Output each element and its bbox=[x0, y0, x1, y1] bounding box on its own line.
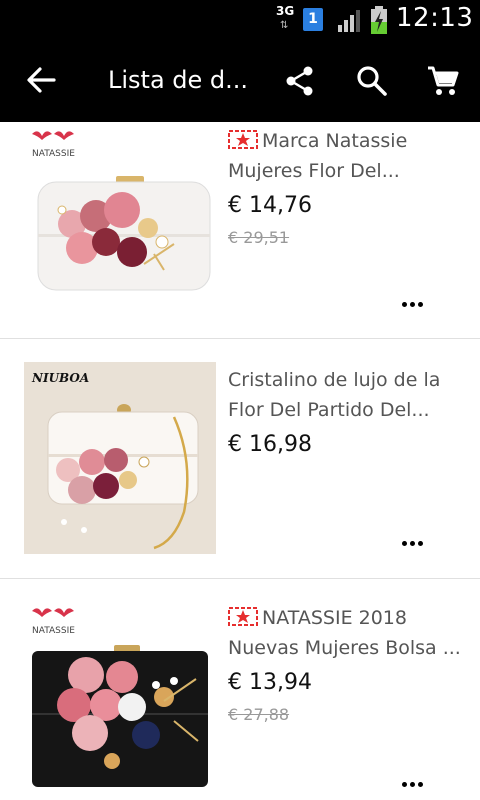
battery-charging-icon bbox=[371, 6, 387, 34]
more-options-icon[interactable] bbox=[402, 772, 430, 787]
list-item[interactable]: NIUBOA Cristalino de lujo de la Flor Del… bbox=[0, 339, 480, 579]
product-name-text: NATASSIE 2018 Nuevas Mujeres Bolsa ... bbox=[228, 607, 461, 659]
product-price: € 14,76 bbox=[228, 193, 312, 218]
network-type: 3G bbox=[276, 4, 295, 18]
product-price: € 16,98 bbox=[228, 432, 312, 457]
product-original-price: € 29,51 bbox=[228, 228, 290, 247]
status-bar: 3G ⇅ 1 12:13 bbox=[0, 0, 480, 38]
brand-logo-text: NIUBOA bbox=[31, 371, 89, 385]
signal-icon bbox=[338, 10, 360, 32]
product-image[interactable]: NATASSIE bbox=[24, 124, 216, 316]
search-icon[interactable] bbox=[355, 64, 389, 98]
list-item[interactable]: NATASSIE NATASSIE 2018 Nuevas Mujeres Bo… bbox=[0, 579, 480, 800]
arrow-back-icon[interactable] bbox=[24, 64, 58, 96]
product-name[interactable]: NATASSIE 2018 Nuevas Mujeres Bolsa ... bbox=[228, 603, 466, 663]
list-item[interactable]: NATASSIE Marca Natassie Mujeres Flor Del… bbox=[0, 122, 480, 339]
app-bar: Lista de d... bbox=[0, 38, 480, 122]
product-name[interactable]: Marca Natassie Mujeres Flor Del... bbox=[228, 126, 466, 186]
flash-deal-icon bbox=[228, 607, 258, 626]
product-info: NATASSIE 2018 Nuevas Mujeres Bolsa ... €… bbox=[228, 603, 466, 724]
clock: 12:13 bbox=[396, 3, 474, 33]
product-image[interactable]: NIUBOA bbox=[24, 362, 216, 554]
brand-logo-text: NATASSIE bbox=[32, 149, 75, 159]
page-title: Lista de d... bbox=[108, 66, 249, 94]
more-options-icon[interactable] bbox=[402, 292, 430, 307]
product-list: NATASSIE Marca Natassie Mujeres Flor Del… bbox=[0, 122, 480, 800]
shopping-cart-icon[interactable] bbox=[426, 64, 460, 98]
more-options-icon[interactable] bbox=[402, 531, 430, 546]
flash-deal-icon bbox=[228, 130, 258, 149]
product-original-price: € 27,88 bbox=[228, 705, 290, 724]
product-name[interactable]: Cristalino de lujo de la Flor Del Partid… bbox=[228, 365, 466, 425]
share-icon[interactable] bbox=[283, 64, 317, 98]
product-price: € 13,94 bbox=[228, 670, 312, 695]
product-info: Cristalino de lujo de la Flor Del Partid… bbox=[228, 365, 466, 457]
brand-logo-text: NATASSIE bbox=[32, 626, 75, 636]
data-activity-icon: ⇅ bbox=[280, 20, 289, 31]
product-info: Marca Natassie Mujeres Flor Del... € 14,… bbox=[228, 126, 466, 247]
product-image[interactable]: NATASSIE bbox=[24, 601, 216, 793]
sim-indicator: 1 bbox=[303, 8, 323, 31]
